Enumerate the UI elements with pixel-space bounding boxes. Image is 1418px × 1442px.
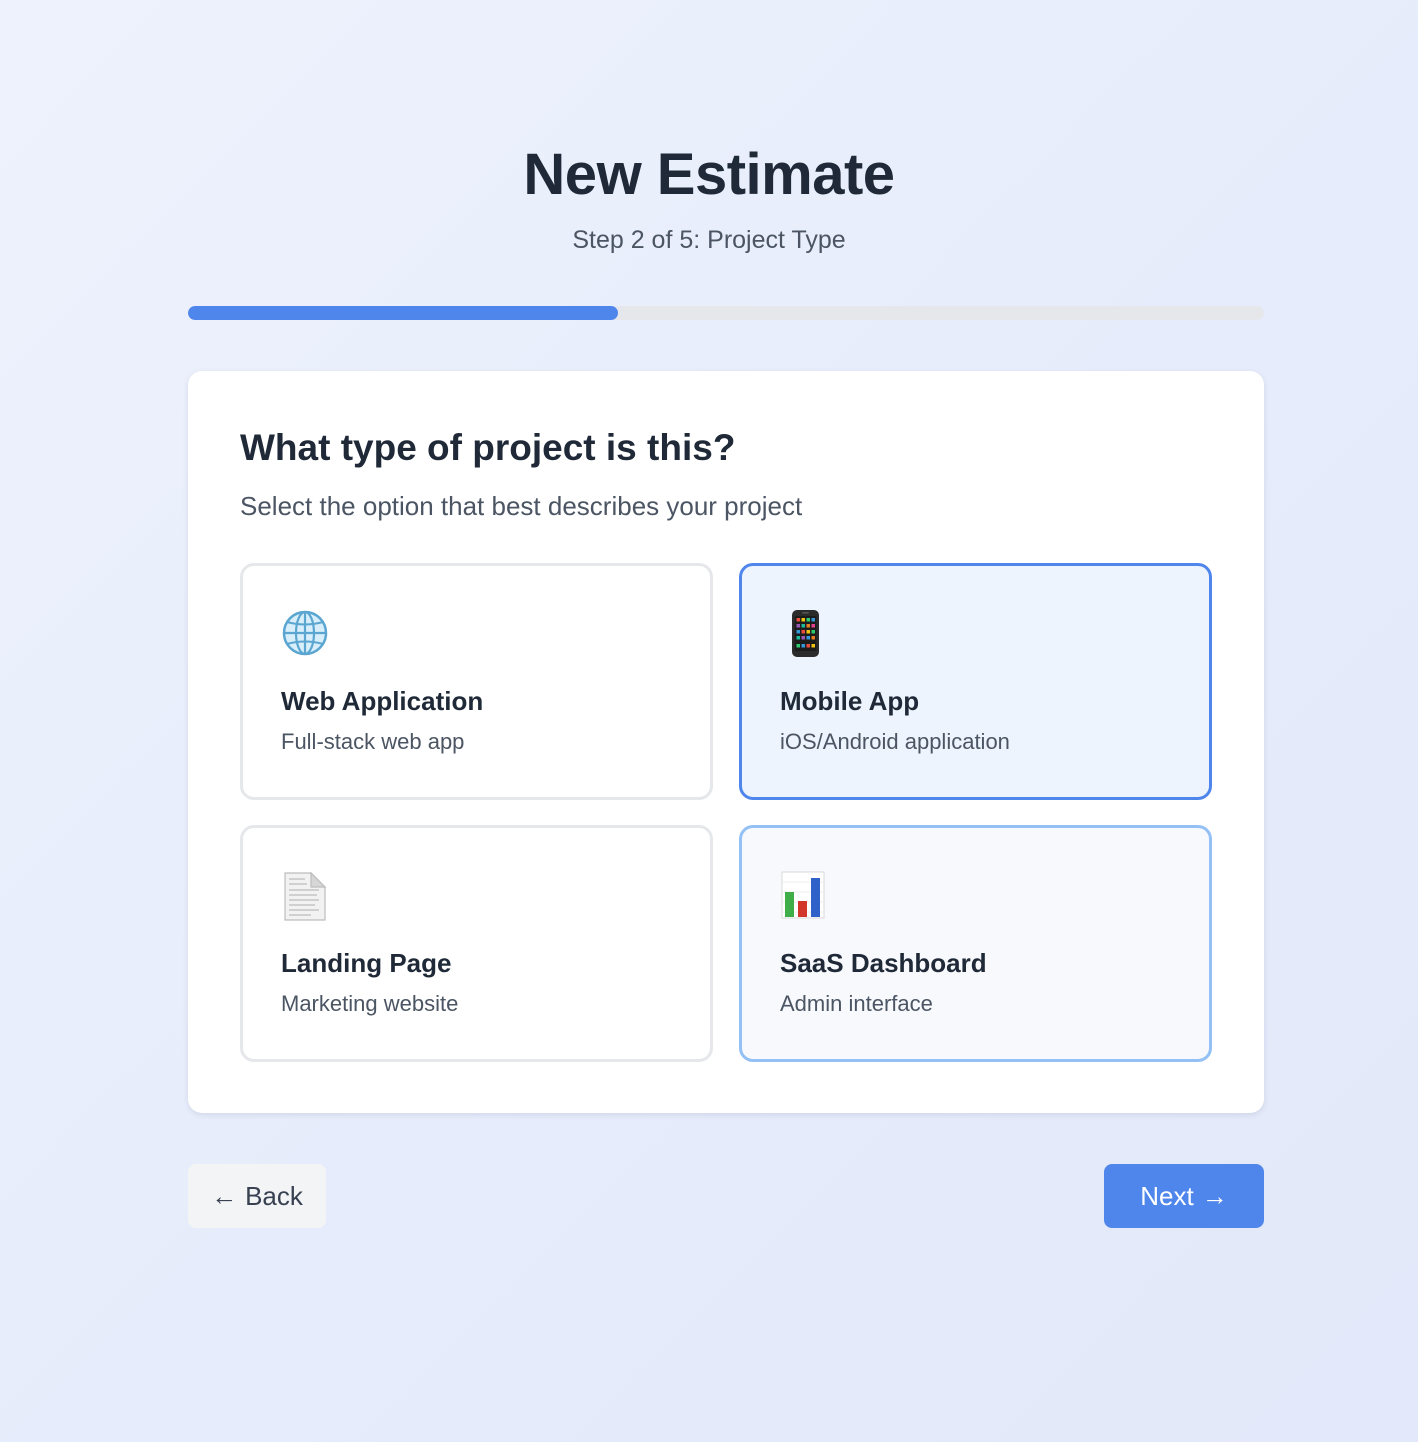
- option-description: Marketing website: [281, 991, 459, 1016]
- back-button[interactable]: ← Back: [188, 1164, 326, 1228]
- option-description: Admin interface: [780, 991, 933, 1016]
- document-icon: [281, 870, 333, 924]
- option-label: Mobile App: [780, 686, 920, 716]
- mobile-phone-icon: [780, 608, 832, 662]
- progress-bar: [188, 306, 1264, 320]
- option-description: iOS/Android application: [780, 729, 1010, 754]
- arrow-left-icon: ←: [211, 1181, 238, 1211]
- project-type-card: What type of project is this? Select the…: [188, 371, 1264, 1113]
- question-title: What type of project is this?: [240, 427, 736, 468]
- back-button-label: Back: [245, 1180, 303, 1211]
- option-label: SaaS Dashboard: [780, 948, 987, 978]
- option-web-application[interactable]: Web Application Full-stack web app: [240, 563, 713, 800]
- page-header: New Estimate Step 2 of 5: Project Type: [0, 140, 1418, 256]
- next-button[interactable]: Next →: [1104, 1164, 1264, 1228]
- option-landing-page[interactable]: Landing Page Marketing website: [240, 825, 713, 1062]
- bar-chart-icon: [780, 870, 832, 924]
- option-description: Full-stack web app: [281, 729, 465, 754]
- option-label: Landing Page: [281, 948, 452, 978]
- option-saas-dashboard[interactable]: SaaS Dashboard Admin interface: [739, 825, 1212, 1062]
- progress-bar-fill: [188, 306, 619, 320]
- step-indicator: Step 2 of 5: Project Type: [572, 226, 846, 254]
- option-label: Web Application: [281, 686, 484, 716]
- option-mobile-app[interactable]: Mobile App iOS/Android application: [739, 563, 1212, 800]
- arrow-right-icon: →: [1201, 1181, 1228, 1211]
- page-title: New Estimate: [523, 142, 895, 207]
- globe-icon: [281, 608, 333, 662]
- question-description: Select the option that best describes yo…: [240, 491, 803, 521]
- next-button-label: Next: [1140, 1180, 1194, 1211]
